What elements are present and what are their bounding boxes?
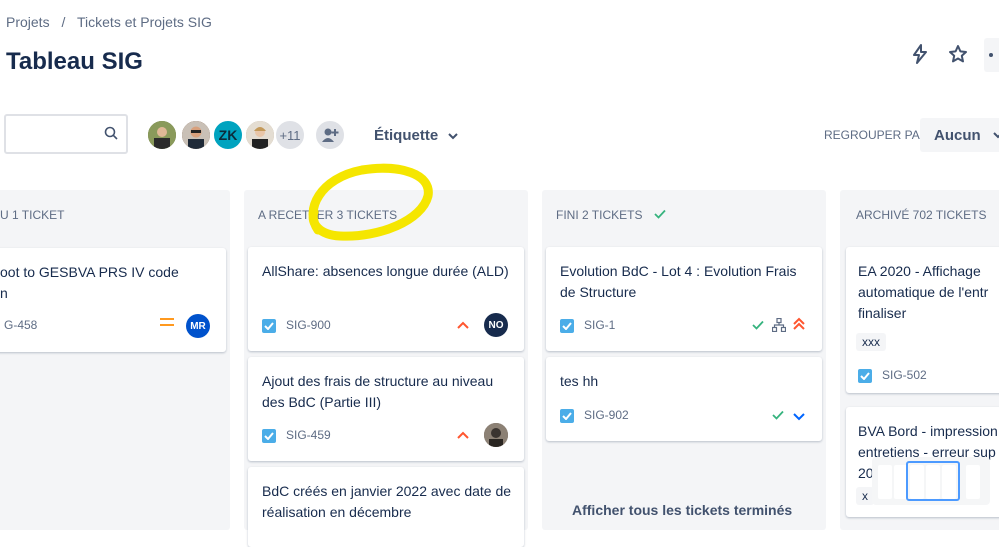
story-checkbox-icon [858,369,872,383]
group-by-value: Aucun [934,126,981,144]
lightning-icon[interactable] [906,40,934,68]
avatar-user-4[interactable] [244,119,276,151]
issue-title: Evolution BdC - Lot 4 : Evolution Frais … [560,263,797,300]
done-check-icon [772,410,784,420]
chevron-down-icon [448,133,459,140]
issue-card[interactable]: Evolution BdC - Lot 4 : Evolution Frais … [546,247,822,351]
issue-card[interactable]: BdC créés en janvier 2022 avec date de r… [248,467,524,547]
chevron-down-icon [992,132,999,139]
priority-medium-icon [160,318,174,326]
minimap-column [878,465,892,499]
issue-title: AllShare: absences longue durée (ALD) [262,263,509,279]
avatar-user-2[interactable] [180,119,212,151]
issue-title: Ajout des frais de structure au niveau d… [262,373,494,410]
column-header: FINI 2 TICKETS [556,208,666,222]
story-checkbox-icon [262,429,276,443]
column-header: ARCHIVÉ 702 TICKETS [856,208,987,222]
column-header: U 1 TICKET [0,208,65,222]
issue-title: oot to GESBVA PRS IV code n [0,264,179,301]
issue-card[interactable]: tes hh SIG-902 [546,357,822,441]
add-people-button[interactable] [314,119,346,151]
search-input[interactable] [4,114,128,154]
more-dots-icon [989,53,993,57]
group-by-label: REGROUPER PAR [824,128,929,142]
assignee-avatar[interactable]: MR [186,314,210,338]
breadcrumb-separator: / [61,14,66,30]
label-tag[interactable]: xxx [856,333,886,351]
issue-card[interactable]: EA 2020 - Affichage automatique de l'ent… [846,247,999,393]
board-minimap[interactable] [872,457,990,505]
issue-title-line-3: finaliser [858,305,907,321]
group-by-select[interactable]: Aucun [920,118,999,152]
hierarchy-icon [772,318,786,332]
issue-title-line-1: BVA Bord - impression [858,423,998,439]
avatar-user-zk[interactable]: ZK [212,119,244,151]
issue-card[interactable]: AllShare: absences longue durée (ALD) SI… [248,247,524,351]
assignee-avatar-photo[interactable] [484,423,508,447]
issue-key[interactable]: G-458 [4,318,37,332]
issue-key[interactable]: SIG-459 [286,428,331,442]
avatar-user-1[interactable] [146,119,178,151]
minimap-column [966,465,980,499]
show-all-done-link[interactable]: Afficher tous les tickets terminés [572,502,792,518]
avatar-more-count[interactable]: +11 [274,119,306,151]
column-header-text: FINI 2 TICKETS [556,208,643,222]
breadcrumb-projects[interactable]: Projets [6,14,50,30]
issue-title: BdC créés en janvier 2022 avec date de r… [262,483,512,520]
search-icon [104,126,118,145]
assignee-avatar[interactable]: NO [484,313,508,337]
issue-key[interactable]: SIG-902 [584,408,629,422]
issue-key[interactable]: SIG-502 [882,368,927,382]
story-checkbox-icon [560,319,574,333]
issue-title: tes hh [560,373,599,389]
page-title: Tableau SIG [6,48,143,75]
issue-card[interactable]: oot to GESBVA PRS IV code n G-458 MR [0,248,226,352]
priority-high-icon [457,321,469,329]
add-user-icon [322,128,339,142]
minimap-viewport[interactable] [906,461,960,501]
issue-key[interactable]: SIG-1 [584,318,615,332]
priority-highest-icon [793,317,805,330]
priority-high-icon [457,431,469,439]
more-actions-button[interactable] [984,38,999,72]
done-check-icon [654,209,666,219]
board-column: U 1 TICKET oot to GESBVA PRS IV code n G… [0,190,230,530]
issue-title-line-2: automatique de l'entr [858,284,989,300]
priority-low-icon [793,413,805,421]
issue-card[interactable]: Ajout des frais de structure au niveau d… [248,357,524,461]
done-check-icon [752,320,764,330]
label-filter-dropdown[interactable]: Étiquette [374,127,459,144]
label-filter-text: Étiquette [374,127,439,144]
issue-key[interactable]: SIG-900 [286,318,331,332]
breadcrumb: Projets / Tickets et Projets SIG [6,14,220,30]
story-checkbox-icon [560,409,574,423]
issue-title-line-1: EA 2020 - Affichage [858,263,981,279]
issue-title: EA 2020 - Affichage automatique de l'ent… [858,261,999,324]
story-checkbox-icon [262,319,276,333]
star-icon[interactable] [944,40,972,68]
breadcrumb-project[interactable]: Tickets et Projets SIG [77,14,212,30]
highlight-annotation [308,163,433,241]
board-column: FINI 2 TICKETS Evolution BdC - Lot 4 : E… [542,190,826,530]
